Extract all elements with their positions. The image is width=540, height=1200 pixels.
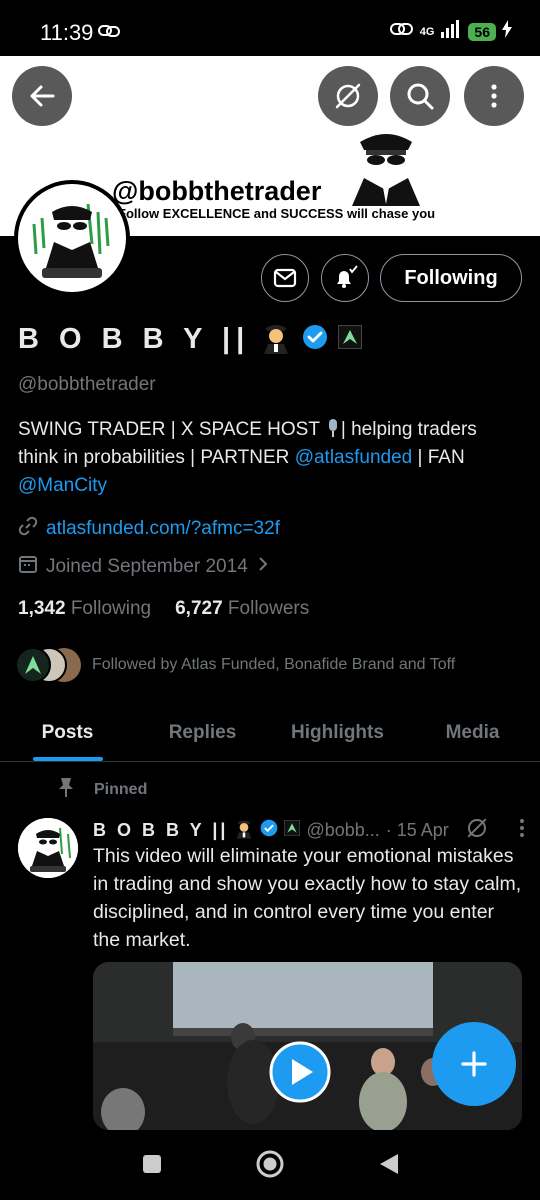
following-label: Following bbox=[70, 598, 152, 619]
followed-by-row[interactable]: Followed by Atlas Funded, Bonafide Brand… bbox=[14, 646, 455, 684]
following-stat[interactable]: 1,342 Following bbox=[18, 598, 151, 620]
followed-by-text: Followed by Atlas Funded, Bonafide Brand… bbox=[92, 656, 456, 673]
status-time: 11:39 bbox=[40, 20, 94, 45]
more-options-button[interactable] bbox=[464, 66, 524, 126]
profile-bio: SWING TRADER | X SPACE HOST | helping tr… bbox=[18, 416, 518, 500]
home-button[interactable] bbox=[256, 1150, 284, 1183]
battery-level: 56 bbox=[468, 22, 496, 41]
name-row: B O B B Y || bbox=[18, 320, 363, 359]
bio-text-1: SWING TRADER | X SPACE HOST bbox=[18, 419, 325, 440]
link-icon bbox=[18, 516, 38, 542]
avatar-pilot-icon bbox=[18, 818, 78, 878]
status-right: 4G 56 bbox=[389, 20, 512, 43]
joined-date: Joined September 2014 bbox=[46, 556, 248, 577]
pilot-logo-icon bbox=[352, 134, 420, 206]
post-text: This video will eliminate your emotional… bbox=[93, 845, 522, 951]
following-button[interactable]: Following bbox=[380, 254, 522, 302]
message-button[interactable] bbox=[261, 254, 309, 302]
followers-label: Followers bbox=[227, 598, 310, 619]
tab-media[interactable]: Media bbox=[405, 704, 540, 761]
pin-icon bbox=[58, 776, 74, 803]
pinned-indicator: Pinned bbox=[58, 776, 147, 803]
calendar-icon bbox=[18, 554, 38, 580]
signal-icon bbox=[440, 20, 462, 43]
affiliate-badge-icon[interactable] bbox=[338, 325, 363, 354]
arrow-left-icon bbox=[30, 85, 55, 107]
bell-check-icon bbox=[337, 265, 358, 288]
joined-row[interactable]: Joined September 2014 bbox=[18, 554, 270, 580]
square-icon bbox=[143, 1155, 161, 1173]
search-button[interactable] bbox=[390, 66, 450, 126]
banner-handle: @bobbthetrader bbox=[112, 176, 322, 206]
follow-stats: 1,342 Following 6,727 Followers bbox=[18, 598, 309, 620]
affiliate-badge-icon bbox=[284, 820, 301, 841]
hotspot-icon bbox=[389, 21, 414, 42]
status-bar: 11:39 4G 56 bbox=[0, 0, 540, 56]
followers-count: 6,727 bbox=[175, 598, 223, 619]
tab-highlights[interactable]: Highlights bbox=[270, 704, 405, 761]
profile-avatar[interactable] bbox=[14, 180, 130, 296]
link-icon bbox=[98, 24, 120, 43]
post-author-handle[interactable]: @bobb... bbox=[306, 820, 379, 841]
following-count: 1,342 bbox=[18, 598, 66, 619]
microphone-icon bbox=[325, 419, 341, 440]
pinned-label: Pinned bbox=[94, 780, 148, 798]
more-vertical-icon bbox=[491, 84, 497, 108]
home-circle-icon bbox=[256, 1150, 284, 1178]
profile-tabs: Posts Replies Highlights Media bbox=[0, 704, 540, 762]
back-button[interactable] bbox=[12, 66, 72, 126]
post-author-name[interactable]: B O B B Y || bbox=[93, 820, 228, 841]
bio-text-3: | FAN bbox=[412, 447, 465, 468]
notifications-button[interactable] bbox=[321, 254, 369, 302]
post-more-icon[interactable] bbox=[519, 818, 525, 843]
back-nav-button[interactable] bbox=[378, 1152, 400, 1181]
tab-replies[interactable]: Replies bbox=[135, 704, 270, 761]
verified-badge-icon bbox=[260, 819, 278, 842]
grok-icon[interactable] bbox=[465, 816, 489, 845]
followers-stat[interactable]: 6,727 Followers bbox=[175, 598, 309, 620]
grok-button[interactable] bbox=[318, 66, 378, 126]
tab-posts[interactable]: Posts bbox=[0, 704, 135, 761]
network-type: 4G bbox=[419, 25, 435, 38]
website-row: atlasfunded.com/?afmc=32f bbox=[18, 516, 280, 542]
display-name: B O B B Y || bbox=[18, 323, 251, 355]
post-avatar[interactable] bbox=[18, 818, 78, 878]
system-nav-bar bbox=[0, 1130, 540, 1200]
bio-mention-mancity[interactable]: @ManCity bbox=[18, 475, 107, 496]
pilot-emoji-icon bbox=[260, 320, 292, 359]
profile-handle: @bobbthetrader bbox=[18, 374, 156, 395]
avatar-pilot-icon bbox=[18, 184, 126, 292]
banner-motto: Follow EXCELLENCE and SUCCESS will chase… bbox=[118, 206, 436, 221]
followers-avatars bbox=[14, 646, 84, 684]
website-link[interactable]: atlasfunded.com/?afmc=32f bbox=[46, 518, 280, 540]
post-date: · 15 Apr bbox=[385, 820, 449, 840]
plus-icon bbox=[461, 1051, 487, 1077]
post-header: B O B B Y || @bobb... · 15 Apr bbox=[93, 816, 525, 845]
verified-badge-icon[interactable] bbox=[302, 324, 328, 355]
grok-icon bbox=[335, 83, 361, 109]
compose-post-button[interactable] bbox=[432, 1022, 516, 1106]
charging-icon bbox=[502, 20, 512, 43]
triangle-back-icon bbox=[380, 1154, 398, 1174]
bio-mention-atlasfunded[interactable]: @atlasfunded bbox=[295, 447, 413, 468]
pilot-emoji-icon bbox=[234, 817, 254, 844]
search-icon bbox=[407, 83, 434, 110]
recents-button[interactable] bbox=[142, 1154, 162, 1179]
envelope-icon bbox=[273, 268, 297, 288]
chevron-right-icon bbox=[256, 555, 270, 579]
